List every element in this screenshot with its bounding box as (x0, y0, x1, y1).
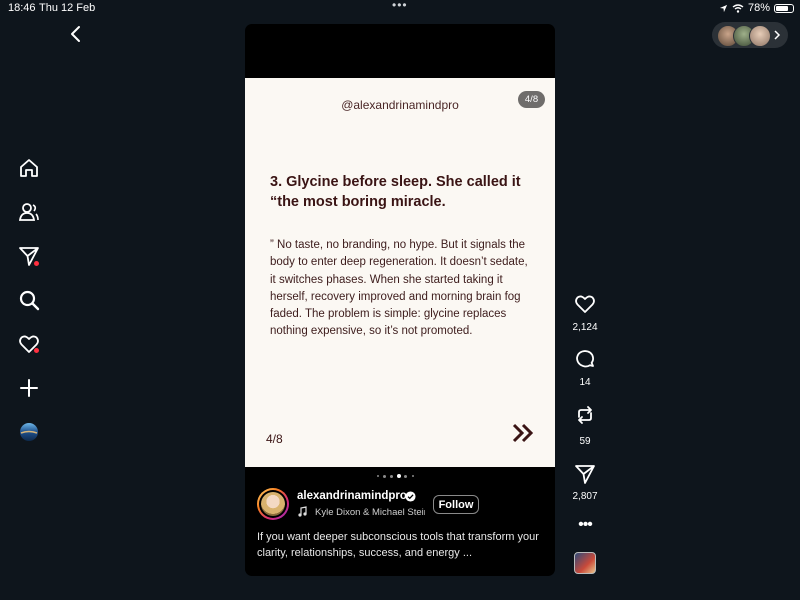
status-indicators: 78% (719, 2, 794, 14)
music-track[interactable]: Kyle Dixon & Michael Stein (315, 507, 425, 518)
share-send-icon[interactable] (574, 463, 596, 485)
status-time: 18:46 (8, 2, 36, 14)
verified-badge-icon (405, 491, 416, 502)
music-note-icon (298, 506, 307, 517)
shares-count: 2,807 (572, 491, 598, 502)
post-caption[interactable]: If you want deeper subconscious tools th… (257, 530, 547, 561)
slide-page-label: 4/8 (266, 432, 283, 446)
activity-button[interactable] (18, 333, 40, 355)
carousel-dot (376, 475, 379, 477)
battery-percent: 78% (747, 2, 770, 14)
carousel-dot (411, 475, 414, 477)
reposts-count: 59 (579, 436, 591, 447)
author-avatar[interactable] (257, 488, 289, 520)
chevron-right-icon (774, 30, 781, 40)
repost-icon[interactable] (574, 404, 596, 426)
follow-button[interactable]: Follow (433, 495, 479, 514)
double-chevron-right-icon (512, 423, 534, 443)
avatar (749, 25, 771, 47)
likes-count: 2,124 (572, 322, 598, 333)
notification-dot (34, 348, 39, 353)
status-date: Thu 12 Feb (39, 2, 96, 14)
comment-icon[interactable] (574, 348, 596, 370)
comments-count: 14 (579, 377, 591, 388)
wifi-icon (732, 3, 744, 13)
like-heart-icon[interactable] (574, 293, 596, 315)
slide-body-text: ” No taste, no branding, no hype. But it… (270, 239, 528, 338)
multitasking-dots[interactable]: ••• (392, 0, 408, 12)
more-options-icon[interactable]: ••• (574, 516, 596, 534)
back-chevron-icon[interactable] (68, 25, 84, 43)
messages-button[interactable] (18, 245, 40, 267)
battery-fill (776, 5, 789, 11)
search-icon[interactable] (18, 289, 40, 311)
location-icon (719, 4, 728, 12)
carousel-slide[interactable]: @alexandrinamindpro 4/8 3. Glycine befor… (245, 78, 555, 467)
carousel-dot (390, 474, 393, 478)
story-avatars-pill[interactable] (712, 22, 788, 48)
post-card: @alexandrinamindpro 4/8 3. Glycine befor… (245, 24, 555, 576)
notification-dot (34, 261, 39, 266)
carousel-dot (383, 474, 386, 478)
home-icon[interactable] (18, 157, 40, 179)
battery-icon (774, 3, 794, 13)
author-username[interactable]: alexandrinamindpro (297, 490, 407, 502)
people-icon[interactable] (18, 201, 40, 223)
slide-heading: 3. Glycine before sleep. She called it “… (270, 174, 521, 210)
plus-icon[interactable] (18, 377, 40, 399)
carousel-dot (404, 474, 407, 478)
globe-icon[interactable] (18, 421, 40, 443)
slide-counter-badge: 4/8 (518, 91, 545, 108)
slide-handle: @alexandrinamindpro (341, 98, 459, 112)
audio-thumbnail[interactable] (574, 552, 596, 574)
carousel-dot-active (396, 474, 401, 478)
